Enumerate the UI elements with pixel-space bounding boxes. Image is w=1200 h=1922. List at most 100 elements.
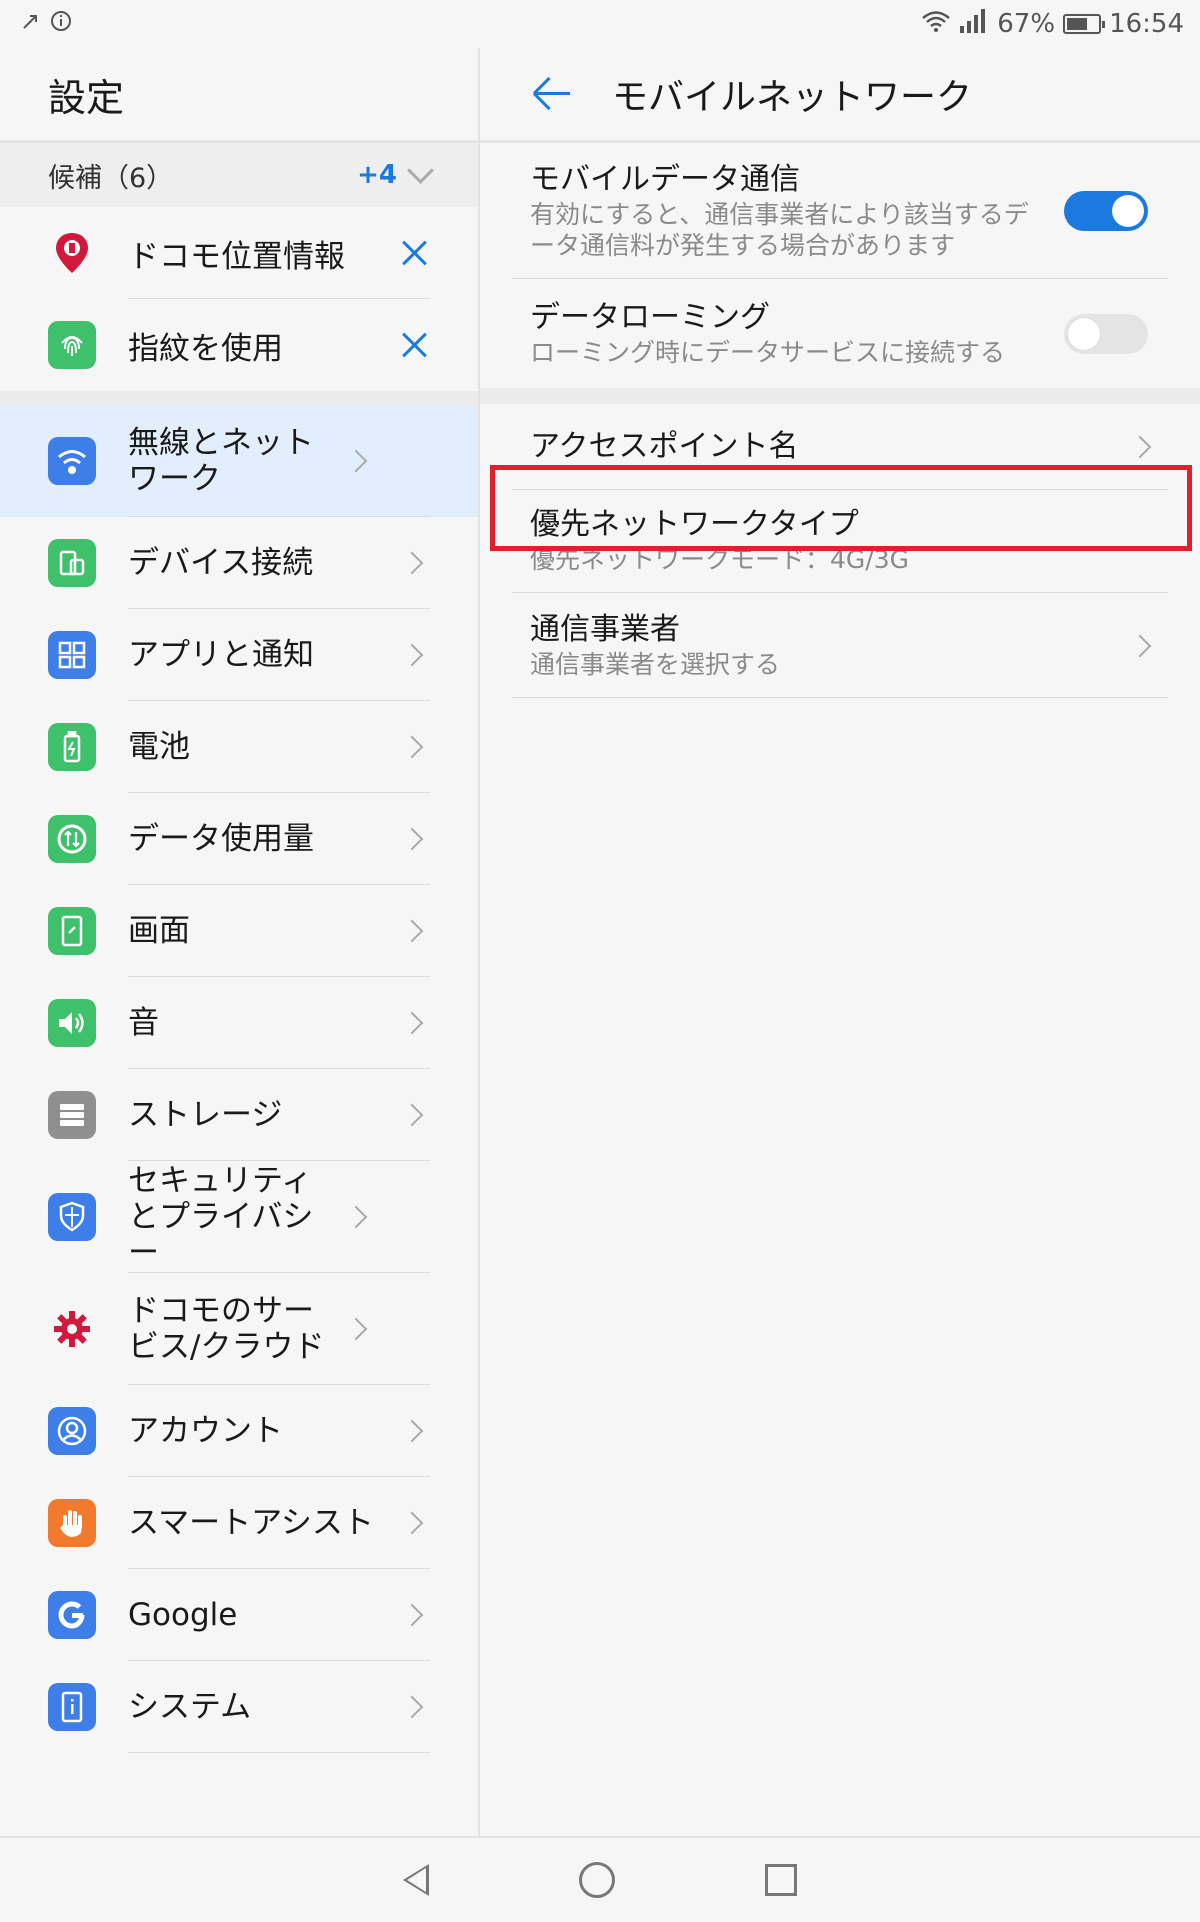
suggestion-docomo-location[interactable]: ドコモ位置情報 xyxy=(0,207,478,299)
sidebar-item-docomo-gear[interactable]: ドコモのサービス/クラウド xyxy=(0,1273,478,1385)
sound-icon xyxy=(48,999,96,1047)
chevron-right-icon xyxy=(400,1103,424,1127)
settings-title: 設定 xyxy=(0,48,478,143)
security-icon xyxy=(48,1193,96,1241)
section-gap xyxy=(480,388,1200,404)
carrier-sub: 通信事業者を選択する xyxy=(530,650,781,679)
back-arrow-icon[interactable] xyxy=(532,74,572,114)
sidebar-item-security[interactable]: セキュリティとプライバシー xyxy=(0,1161,478,1273)
suggestion-label: ドコモ位置情報 xyxy=(128,238,345,275)
sidebar-item-label: 無線とネットワーク xyxy=(128,425,314,497)
chevron-right-icon xyxy=(400,919,424,943)
suggestions-header[interactable]: 候補（6） +4 xyxy=(0,143,478,207)
battery-icon xyxy=(48,723,96,771)
network-type-row[interactable]: 優先ネットワークタイプ 優先ネットワークモード：4G/3G xyxy=(480,490,1200,593)
chevron-right-icon xyxy=(400,643,424,667)
sidebar-item-label: アプリと通知 xyxy=(128,637,314,673)
network-card-1: モバイルデータ通信 有効にすると、通信事業者により該当するデータ通信料が発生する… xyxy=(480,143,1200,388)
sidebar-item-label: ドコモのサービス/クラウド xyxy=(128,1293,325,1365)
carrier-title: 通信事業者 xyxy=(530,612,680,647)
system-icon xyxy=(48,1683,96,1731)
network-type-title: 優先ネットワークタイプ xyxy=(530,507,859,542)
clock: 16:54 xyxy=(1109,9,1184,39)
chevron-right-icon xyxy=(400,551,424,575)
chevron-right-icon xyxy=(344,449,368,473)
mobile-data-row[interactable]: モバイルデータ通信 有効にすると、通信事業者により該当するデータ通信料が発生する… xyxy=(480,143,1200,279)
carrier-row[interactable]: 通信事業者 通信事業者を選択する xyxy=(480,593,1200,698)
google-icon xyxy=(48,1591,96,1639)
page-title: モバイルネットワーク xyxy=(612,77,973,118)
sidebar-item-apps[interactable]: アプリと通知 xyxy=(0,609,478,701)
display-icon xyxy=(48,907,96,955)
mobile-data-title: モバイルデータ通信 xyxy=(530,162,800,197)
roaming-sub: ローミング時にデータサービスに接続する xyxy=(530,338,1006,367)
roaming-title: データローミング xyxy=(530,300,770,335)
battery-percent: 67% xyxy=(997,9,1056,39)
data-usage-icon xyxy=(48,815,96,863)
sidebar-item-sound[interactable]: 音 xyxy=(0,977,478,1069)
roaming-toggle[interactable] xyxy=(1064,313,1148,354)
chevron-right-icon xyxy=(400,1511,424,1535)
settings-menu: 無線とネットワークデバイス接続アプリと通知 電池データ使用量画面音ストレージ セキュ… xyxy=(0,405,478,1753)
sidebar-item-smart-assist[interactable]: スマートアシスト xyxy=(0,1477,478,1569)
sidebar-item-label: データ使用量 xyxy=(128,821,314,857)
sidebar-item-data-usage[interactable]: データ使用量 xyxy=(0,793,478,885)
apn-row[interactable]: アクセスポイント名 xyxy=(480,404,1200,490)
chevron-right-icon xyxy=(344,1317,368,1341)
sidebar-item-label: 電池 xyxy=(128,729,190,765)
wifi-status-icon xyxy=(921,9,951,40)
chevron-down-icon[interactable] xyxy=(407,156,434,184)
navigation-bar xyxy=(0,1836,1200,1922)
sidebar-item-wifi[interactable]: 無線とネットワーク xyxy=(0,405,478,517)
mobile-data-sub: 有効にすると、通信事業者により該当するデータ通信料が発生する場合があります xyxy=(530,200,1029,260)
sidebar-item-label: アカウント xyxy=(128,1413,283,1449)
info-icon xyxy=(50,9,72,39)
close-icon[interactable] xyxy=(400,331,428,359)
status-bar: 67% 16:54 xyxy=(0,0,1200,48)
network-card-2: アクセスポイント名 優先ネットワークタイプ 優先ネットワークモード：4G/3G … xyxy=(480,404,1200,698)
fingerprint-icon xyxy=(48,321,96,369)
network-type-sub: 優先ネットワークモード：4G/3G xyxy=(530,545,909,574)
suggestion-fingerprint[interactable]: 指紋を使用 xyxy=(0,299,478,391)
sidebar-item-label: システム xyxy=(128,1689,252,1725)
sidebar-item-storage[interactable]: ストレージ xyxy=(0,1069,478,1161)
sidebar-item-battery[interactable]: 電池 xyxy=(0,701,478,793)
chevron-right-icon xyxy=(400,1011,424,1035)
chevron-right-icon xyxy=(400,1603,424,1627)
docomo-location-icon xyxy=(48,229,96,277)
mobile-data-toggle[interactable] xyxy=(1064,191,1148,231)
account-icon xyxy=(48,1407,96,1455)
nav-back-icon[interactable] xyxy=(403,1864,429,1896)
roaming-row[interactable]: データローミング ローミング時にデータサービスに接続する xyxy=(480,279,1200,388)
sidebar-item-display[interactable]: 画面 xyxy=(0,885,478,977)
apps-icon xyxy=(48,631,96,679)
chevron-right-icon xyxy=(1128,634,1152,657)
mobile-network-pane: モバイルネットワーク モバイルデータ通信 有効にすると、通信事業者により該当する… xyxy=(480,48,1200,1836)
sidebar-item-label: スマートアシスト xyxy=(128,1505,374,1541)
sidebar-item-system[interactable]: システム xyxy=(0,1661,478,1753)
chevron-right-icon xyxy=(400,1695,424,1719)
close-icon[interactable] xyxy=(400,239,428,267)
nav-recent-icon[interactable] xyxy=(765,1864,797,1896)
suggestions-more-count: +4 xyxy=(357,160,397,190)
section-gap xyxy=(0,391,478,405)
sidebar-item-account[interactable]: アカウント xyxy=(0,1385,478,1477)
battery-status-icon xyxy=(1063,14,1106,34)
settings-sidebar: 設定 候補（6） +4 ドコモ位置情報 指紋を使用 無線とネットワークデバイス接… xyxy=(0,48,480,1836)
sidebar-item-label: 音 xyxy=(128,1005,159,1041)
device-connection-icon xyxy=(48,539,96,587)
suggestions-label: 候補（6） xyxy=(48,162,174,194)
sidebar-item-label: セキュリティとプライバシー xyxy=(128,1163,314,1271)
docomo-gear-icon xyxy=(48,1305,96,1353)
storage-icon xyxy=(48,1091,96,1139)
cast-icon xyxy=(20,9,40,39)
wifi-icon xyxy=(48,437,96,485)
nav-home-icon[interactable] xyxy=(579,1862,615,1898)
sidebar-item-device-connection[interactable]: デバイス接続 xyxy=(0,517,478,609)
suggestion-label: 指紋を使用 xyxy=(128,330,283,367)
sidebar-item-google[interactable]: Google xyxy=(0,1569,478,1661)
detail-header: モバイルネットワーク xyxy=(480,48,1200,143)
chevron-right-icon xyxy=(400,735,424,759)
apn-title: アクセスポイント名 xyxy=(530,429,799,464)
chevron-right-icon xyxy=(344,1205,368,1229)
